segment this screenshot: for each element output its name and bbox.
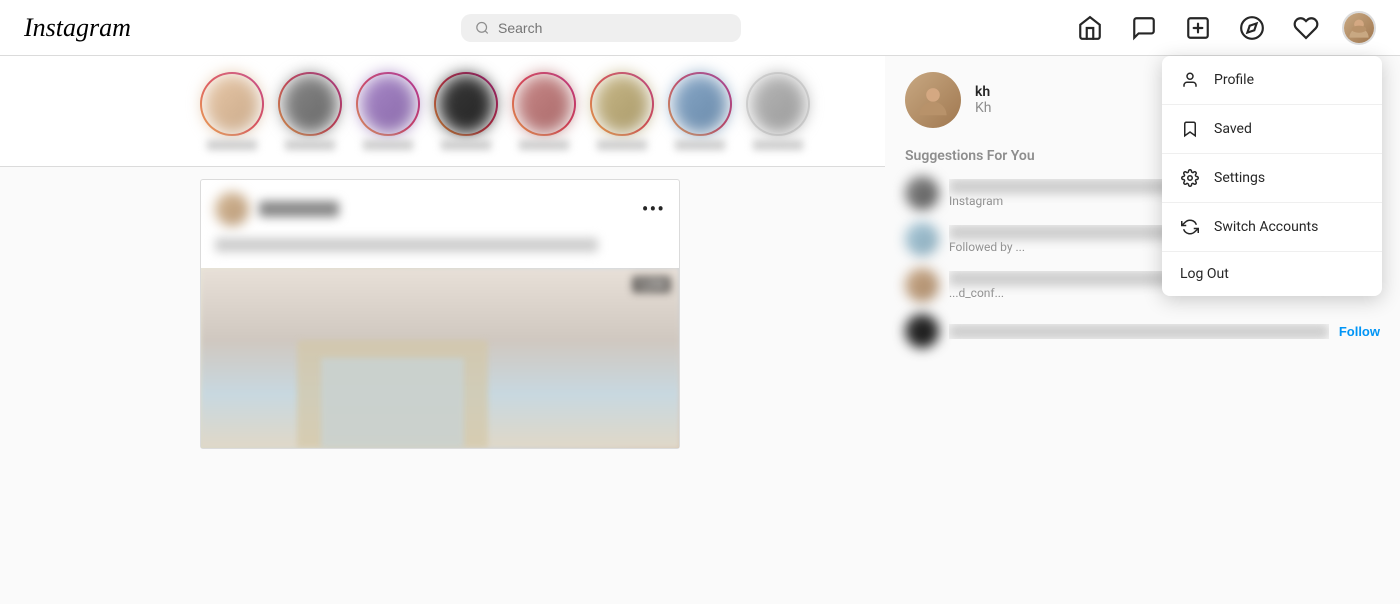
dropdown-logout-item[interactable]: Log Out [1162,252,1382,296]
saved-label: Saved [1214,121,1252,137]
profile-icon [1180,70,1200,90]
dropdown-settings-item[interactable]: Settings [1162,154,1382,203]
dropdown-menu: Profile Saved Settings [1162,56,1382,296]
profile-label: Profile [1214,72,1254,88]
logout-label: Log Out [1180,266,1229,282]
settings-icon [1180,168,1200,188]
dropdown-saved-item[interactable]: Saved [1162,105,1382,154]
switch-accounts-label: Switch Accounts [1214,219,1318,235]
settings-label: Settings [1214,170,1265,186]
saved-icon [1180,119,1200,139]
switch-accounts-icon [1180,217,1200,237]
dropdown-switch-item[interactable]: Switch Accounts [1162,203,1382,252]
dropdown-overlay[interactable]: Profile Saved Settings [0,0,1400,548]
dropdown-profile-item[interactable]: Profile [1162,56,1382,105]
